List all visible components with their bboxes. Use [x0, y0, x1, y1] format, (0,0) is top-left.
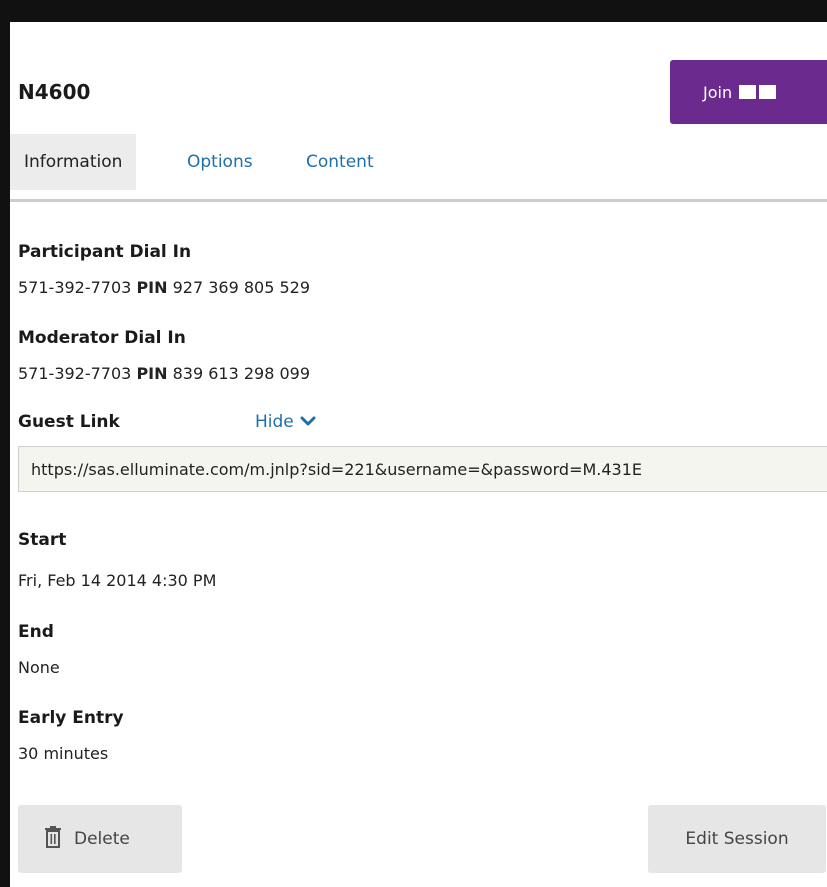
moderator-pin: 839 613 298 099: [172, 364, 311, 383]
moderator-dial-in-label: Moderator Dial In: [18, 328, 186, 348]
layout-columns-icon: [739, 85, 777, 99]
guest-link-label: Guest Link: [18, 412, 120, 432]
guest-link-field[interactable]: https://sas.elluminate.com/m.jnlp?sid=22…: [18, 446, 827, 492]
participant-pin: 927 369 805 529: [172, 278, 311, 297]
tab-information[interactable]: Information: [10, 134, 137, 190]
join-button-label: Join: [703, 82, 733, 102]
delete-button[interactable]: Delete: [18, 805, 182, 873]
participant-pin-label: PIN: [136, 278, 168, 297]
tab-options[interactable]: Options: [187, 134, 253, 190]
participant-dial-in-label: Participant Dial In: [18, 242, 192, 262]
session-panel: N4600 Join Information Options Content P…: [10, 22, 827, 887]
end-label: End: [18, 622, 54, 642]
delete-button-label: Delete: [74, 829, 130, 849]
trash-icon: [44, 825, 62, 853]
session-title: N4600: [18, 80, 91, 104]
guest-link-hide-label: Hide: [255, 412, 294, 432]
chevron-down-icon: [300, 412, 316, 432]
guest-link-hide-toggle[interactable]: Hide: [255, 412, 316, 432]
moderator-dial-in-value: 571-392-7703 PIN 839 613 298 099: [18, 364, 310, 383]
tab-content[interactable]: Content: [306, 134, 374, 190]
participant-phone: 571-392-7703: [18, 278, 132, 297]
join-button[interactable]: Join: [670, 60, 827, 124]
tab-bar: Information Options Content: [10, 134, 827, 202]
early-entry-label: Early Entry: [18, 708, 124, 728]
early-entry-value: 30 minutes: [18, 744, 109, 763]
moderator-phone: 571-392-7703: [18, 364, 132, 383]
edit-session-button[interactable]: Edit Session: [648, 805, 826, 873]
moderator-pin-label: PIN: [136, 364, 168, 383]
end-value: None: [18, 658, 60, 677]
participant-dial-in-value: 571-392-7703 PIN 927 369 805 529: [18, 278, 310, 297]
start-value: Fri, Feb 14 2014 4:30 PM: [18, 571, 217, 590]
start-label: Start: [18, 530, 67, 550]
